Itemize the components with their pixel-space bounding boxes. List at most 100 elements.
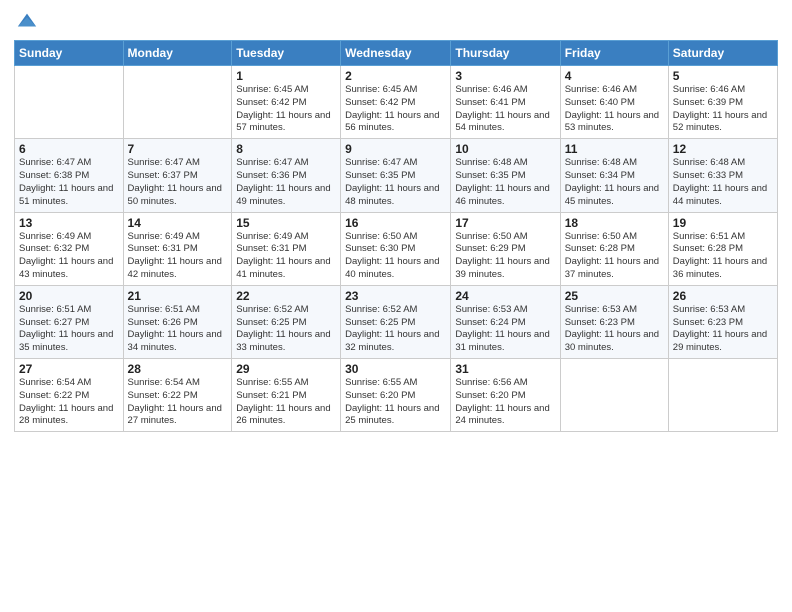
day-info: Sunrise: 6:48 AM Sunset: 6:34 PM Dayligh… [565, 157, 664, 208]
logo [14, 10, 38, 32]
calendar-week-row: 27Sunrise: 6:54 AM Sunset: 6:22 PM Dayli… [15, 359, 778, 432]
weekday-header-saturday: Saturday [668, 41, 777, 66]
day-info: Sunrise: 6:46 AM Sunset: 6:40 PM Dayligh… [565, 84, 664, 135]
day-info: Sunrise: 6:49 AM Sunset: 6:31 PM Dayligh… [128, 231, 228, 282]
weekday-header-friday: Friday [560, 41, 668, 66]
day-number: 14 [128, 216, 228, 230]
day-number: 25 [565, 289, 664, 303]
logo-block [14, 10, 38, 32]
day-number: 8 [236, 142, 336, 156]
calendar-cell: 21Sunrise: 6:51 AM Sunset: 6:26 PM Dayli… [123, 285, 232, 358]
day-number: 30 [345, 362, 446, 376]
day-number: 18 [565, 216, 664, 230]
calendar-cell: 29Sunrise: 6:55 AM Sunset: 6:21 PM Dayli… [232, 359, 341, 432]
calendar-cell: 5Sunrise: 6:46 AM Sunset: 6:39 PM Daylig… [668, 66, 777, 139]
calendar-cell: 17Sunrise: 6:50 AM Sunset: 6:29 PM Dayli… [451, 212, 560, 285]
day-info: Sunrise: 6:47 AM Sunset: 6:35 PM Dayligh… [345, 157, 446, 208]
day-number: 26 [673, 289, 773, 303]
day-info: Sunrise: 6:45 AM Sunset: 6:42 PM Dayligh… [345, 84, 446, 135]
calendar-cell: 8Sunrise: 6:47 AM Sunset: 6:36 PM Daylig… [232, 139, 341, 212]
calendar-cell: 7Sunrise: 6:47 AM Sunset: 6:37 PM Daylig… [123, 139, 232, 212]
calendar-week-row: 20Sunrise: 6:51 AM Sunset: 6:27 PM Dayli… [15, 285, 778, 358]
calendar-cell [668, 359, 777, 432]
day-info: Sunrise: 6:54 AM Sunset: 6:22 PM Dayligh… [128, 377, 228, 428]
day-number: 23 [345, 289, 446, 303]
day-number: 3 [455, 69, 555, 83]
calendar-cell: 28Sunrise: 6:54 AM Sunset: 6:22 PM Dayli… [123, 359, 232, 432]
day-info: Sunrise: 6:45 AM Sunset: 6:42 PM Dayligh… [236, 84, 336, 135]
weekday-header-tuesday: Tuesday [232, 41, 341, 66]
calendar-cell: 20Sunrise: 6:51 AM Sunset: 6:27 PM Dayli… [15, 285, 124, 358]
day-info: Sunrise: 6:46 AM Sunset: 6:39 PM Dayligh… [673, 84, 773, 135]
day-number: 17 [455, 216, 555, 230]
day-number: 22 [236, 289, 336, 303]
day-info: Sunrise: 6:52 AM Sunset: 6:25 PM Dayligh… [236, 304, 336, 355]
header [14, 10, 778, 32]
day-number: 5 [673, 69, 773, 83]
weekday-header-sunday: Sunday [15, 41, 124, 66]
calendar-cell: 6Sunrise: 6:47 AM Sunset: 6:38 PM Daylig… [15, 139, 124, 212]
weekday-header-wednesday: Wednesday [341, 41, 451, 66]
day-number: 24 [455, 289, 555, 303]
calendar-cell: 18Sunrise: 6:50 AM Sunset: 6:28 PM Dayli… [560, 212, 668, 285]
day-info: Sunrise: 6:46 AM Sunset: 6:41 PM Dayligh… [455, 84, 555, 135]
day-number: 13 [19, 216, 119, 230]
calendar-cell: 10Sunrise: 6:48 AM Sunset: 6:35 PM Dayli… [451, 139, 560, 212]
calendar-cell: 25Sunrise: 6:53 AM Sunset: 6:23 PM Dayli… [560, 285, 668, 358]
calendar-cell: 16Sunrise: 6:50 AM Sunset: 6:30 PM Dayli… [341, 212, 451, 285]
day-number: 4 [565, 69, 664, 83]
calendar-cell: 22Sunrise: 6:52 AM Sunset: 6:25 PM Dayli… [232, 285, 341, 358]
day-info: Sunrise: 6:47 AM Sunset: 6:37 PM Dayligh… [128, 157, 228, 208]
day-number: 21 [128, 289, 228, 303]
day-info: Sunrise: 6:56 AM Sunset: 6:20 PM Dayligh… [455, 377, 555, 428]
day-number: 29 [236, 362, 336, 376]
day-info: Sunrise: 6:51 AM Sunset: 6:27 PM Dayligh… [19, 304, 119, 355]
day-info: Sunrise: 6:50 AM Sunset: 6:30 PM Dayligh… [345, 231, 446, 282]
main-container: SundayMondayTuesdayWednesdayThursdayFrid… [0, 0, 792, 442]
calendar-cell [560, 359, 668, 432]
day-number: 9 [345, 142, 446, 156]
day-info: Sunrise: 6:55 AM Sunset: 6:20 PM Dayligh… [345, 377, 446, 428]
day-info: Sunrise: 6:49 AM Sunset: 6:31 PM Dayligh… [236, 231, 336, 282]
day-number: 19 [673, 216, 773, 230]
calendar-cell: 26Sunrise: 6:53 AM Sunset: 6:23 PM Dayli… [668, 285, 777, 358]
calendar-cell: 19Sunrise: 6:51 AM Sunset: 6:28 PM Dayli… [668, 212, 777, 285]
day-number: 28 [128, 362, 228, 376]
calendar-cell: 12Sunrise: 6:48 AM Sunset: 6:33 PM Dayli… [668, 139, 777, 212]
calendar-week-row: 13Sunrise: 6:49 AM Sunset: 6:32 PM Dayli… [15, 212, 778, 285]
day-info: Sunrise: 6:48 AM Sunset: 6:35 PM Dayligh… [455, 157, 555, 208]
day-info: Sunrise: 6:47 AM Sunset: 6:38 PM Dayligh… [19, 157, 119, 208]
day-info: Sunrise: 6:52 AM Sunset: 6:25 PM Dayligh… [345, 304, 446, 355]
calendar-cell: 31Sunrise: 6:56 AM Sunset: 6:20 PM Dayli… [451, 359, 560, 432]
day-number: 2 [345, 69, 446, 83]
calendar-cell: 13Sunrise: 6:49 AM Sunset: 6:32 PM Dayli… [15, 212, 124, 285]
calendar-week-row: 1Sunrise: 6:45 AM Sunset: 6:42 PM Daylig… [15, 66, 778, 139]
calendar-cell: 3Sunrise: 6:46 AM Sunset: 6:41 PM Daylig… [451, 66, 560, 139]
calendar-cell: 11Sunrise: 6:48 AM Sunset: 6:34 PM Dayli… [560, 139, 668, 212]
weekday-header-thursday: Thursday [451, 41, 560, 66]
day-info: Sunrise: 6:55 AM Sunset: 6:21 PM Dayligh… [236, 377, 336, 428]
calendar-cell: 14Sunrise: 6:49 AM Sunset: 6:31 PM Dayli… [123, 212, 232, 285]
day-info: Sunrise: 6:48 AM Sunset: 6:33 PM Dayligh… [673, 157, 773, 208]
calendar-week-row: 6Sunrise: 6:47 AM Sunset: 6:38 PM Daylig… [15, 139, 778, 212]
day-info: Sunrise: 6:51 AM Sunset: 6:26 PM Dayligh… [128, 304, 228, 355]
calendar-cell: 1Sunrise: 6:45 AM Sunset: 6:42 PM Daylig… [232, 66, 341, 139]
calendar-cell: 15Sunrise: 6:49 AM Sunset: 6:31 PM Dayli… [232, 212, 341, 285]
day-info: Sunrise: 6:49 AM Sunset: 6:32 PM Dayligh… [19, 231, 119, 282]
day-info: Sunrise: 6:47 AM Sunset: 6:36 PM Dayligh… [236, 157, 336, 208]
day-info: Sunrise: 6:51 AM Sunset: 6:28 PM Dayligh… [673, 231, 773, 282]
day-number: 11 [565, 142, 664, 156]
calendar-cell [123, 66, 232, 139]
day-number: 12 [673, 142, 773, 156]
day-number: 1 [236, 69, 336, 83]
day-number: 15 [236, 216, 336, 230]
calendar-cell: 2Sunrise: 6:45 AM Sunset: 6:42 PM Daylig… [341, 66, 451, 139]
day-number: 10 [455, 142, 555, 156]
logo-icon [16, 10, 38, 32]
calendar-cell: 9Sunrise: 6:47 AM Sunset: 6:35 PM Daylig… [341, 139, 451, 212]
calendar-table: SundayMondayTuesdayWednesdayThursdayFrid… [14, 40, 778, 432]
calendar-cell: 23Sunrise: 6:52 AM Sunset: 6:25 PM Dayli… [341, 285, 451, 358]
day-info: Sunrise: 6:50 AM Sunset: 6:29 PM Dayligh… [455, 231, 555, 282]
weekday-header-monday: Monday [123, 41, 232, 66]
day-number: 20 [19, 289, 119, 303]
